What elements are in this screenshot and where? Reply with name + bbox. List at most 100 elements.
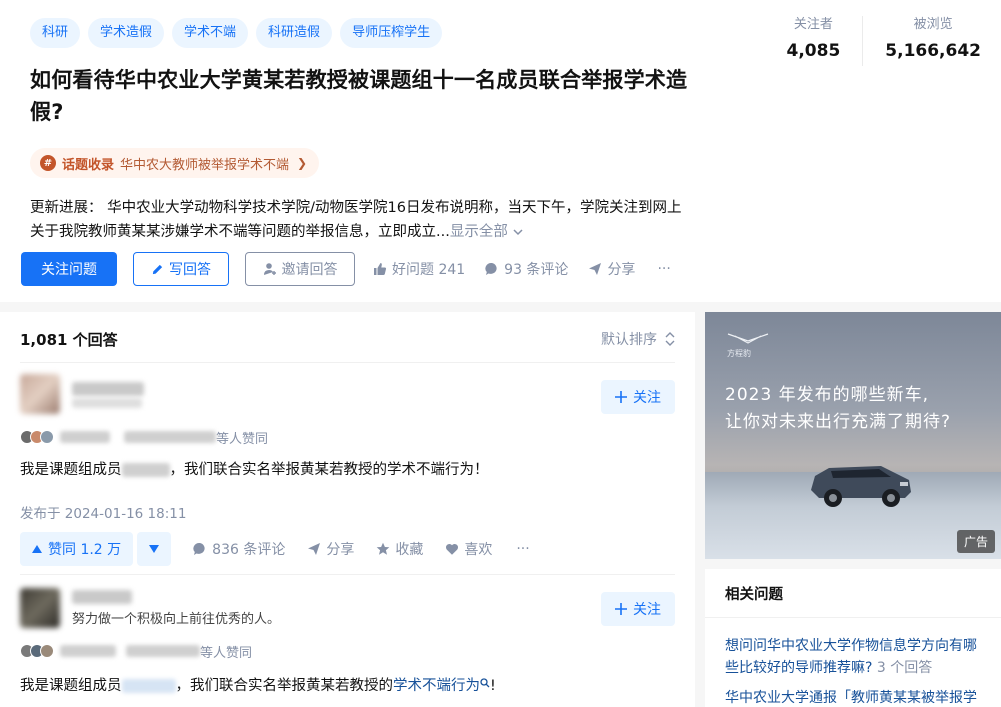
triangle-up-icon <box>32 545 42 553</box>
answer-content[interactable]: 我是课题组成员 ，我们联合实名举报黄某若教授的学术不端行为！ <box>20 458 489 482</box>
follow-label: 关注 <box>633 390 661 406</box>
voter-avatar <box>40 644 54 658</box>
ad-logo: 方程豹 <box>727 332 769 359</box>
invite-user-icon <box>263 263 276 275</box>
topic-tag[interactable]: 导师压榨学生 <box>340 18 443 48</box>
good-question-button[interactable]: 好问题 241 <box>373 259 465 279</box>
upvote-button[interactable]: 赞同 1.2 万 <box>20 532 134 566</box>
ad-line: 让你对未来出行充满了期待? <box>725 412 952 432</box>
share-label: 分享 <box>607 262 636 278</box>
voter-names-blurred <box>60 431 110 443</box>
upvote-label: 赞同 1.2 万 <box>48 542 122 558</box>
sort-icon <box>665 332 675 346</box>
topic-tag[interactable]: 学术不端 <box>172 18 249 48</box>
voter-names-blurred <box>60 645 116 657</box>
share-icon <box>589 263 602 275</box>
related-question-text: 些比较好的导师推荐嘛? <box>725 660 873 676</box>
divider <box>20 362 675 363</box>
views-stat: 被浏览 5,166,642 <box>862 16 981 66</box>
answer-date[interactable]: 发布于 2024-01-16 18:11 <box>20 502 186 522</box>
ad-label: 广告 <box>956 530 995 553</box>
author-name-blurred[interactable] <box>72 382 144 396</box>
answer-text: 我是课题组成员 <box>20 462 122 478</box>
author-bio: 努力做一个积极向上前往优秀的人。 <box>72 612 281 627</box>
follow-label: 关注 <box>633 602 661 618</box>
star-icon <box>377 542 390 555</box>
views-count: 5,166,642 <box>885 41 981 61</box>
collection-text: 华中农大教师被举报学术不端 <box>120 157 290 173</box>
answer-share-button[interactable]: 分享 <box>307 539 354 559</box>
keyword-link[interactable]: 学术不端行为 <box>393 678 480 694</box>
show-all-link[interactable]: 显示全部 <box>450 224 525 240</box>
answer-collect-button[interactable]: 收藏 <box>376 539 423 559</box>
answer-comments-label: 836 条评论 <box>212 542 286 558</box>
author-name-blurred[interactable] <box>72 590 132 604</box>
answer-text: ，我们联合实名举报黄某若教授的学术不端行为！ <box>169 462 489 478</box>
voters-row[interactable]: 等人赞同 <box>20 428 268 447</box>
invite-answer-label: 邀请回答 <box>281 262 338 278</box>
ad-banner[interactable]: 方程豹 2023 年发布的哪些新车, 让你对未来出行充满了期待? 广告 <box>705 312 1001 559</box>
avatar[interactable] <box>20 588 60 628</box>
show-all-label: 显示全部 <box>449 224 508 240</box>
answer-content[interactable]: 我是课题组成员 ，我们联合实名举报黄某若教授的学术不端行为! <box>20 674 496 698</box>
topic-tag[interactable]: 学术造假 <box>88 18 165 48</box>
hash-icon: # <box>40 155 56 171</box>
ad-line: 2023 年发布的哪些新车, <box>725 385 930 405</box>
related-question-item[interactable]: 想问问华中农业大学作物信息学方向有哪 些比较好的导师推荐嘛? 3 个回答 <box>725 635 985 679</box>
topic-tags: 科研 学术造假 学术不端 科研造假 导师压榨学生 <box>30 18 443 48</box>
invite-answer-button[interactable]: 邀请回答 <box>245 252 355 286</box>
comments-button[interactable]: 93 条评论 <box>485 259 568 279</box>
answer-like-label: 喜欢 <box>464 542 493 558</box>
triangle-down-icon <box>149 545 160 553</box>
answer-share-label: 分享 <box>326 542 355 558</box>
write-answer-button[interactable]: 写回答 <box>133 252 229 286</box>
question-excerpt: 更新进展： 华中农业大学动物科学技术学院/动物医学院16日发布说明称，当天下午，… <box>30 196 710 244</box>
ad-logo-text: 方程豹 <box>727 349 751 358</box>
pencil-icon <box>152 264 163 274</box>
answers-header: 1,081 个回答 默认排序 <box>20 326 675 352</box>
answer-more-button[interactable]: ··· <box>516 541 529 557</box>
downvote-button[interactable] <box>137 532 172 566</box>
excerpt-line: 关于我院教师黄某某涉嫌学术不端等问题的举报信息，立即成立...显示全部 <box>30 220 710 244</box>
voters-row[interactable]: 等人赞同 <box>20 642 252 661</box>
followers-label: 关注者 <box>793 17 833 32</box>
answer-actions: 赞同 1.2 万 836 条评论 分享 收藏 喜欢 ··· <box>20 532 530 566</box>
related-question-item[interactable]: 华中农业大学通报「教师黄某某被举报学 <box>725 687 985 707</box>
brand-logo-icon <box>727 333 769 344</box>
comment-icon <box>193 542 205 555</box>
avatar[interactable] <box>20 374 60 414</box>
excerpt-line: 更新进展： 华中农业大学动物科学技术学院/动物医学院16日发布说明称，当天下午，… <box>30 200 682 216</box>
related-question-line: 想问问华中农业大学作物信息学方向有哪 <box>725 638 977 654</box>
write-answer-label: 写回答 <box>169 262 211 278</box>
chevron-right-icon: ❯ <box>297 156 308 170</box>
plus-icon <box>615 391 627 403</box>
answer-like-button[interactable]: 喜欢 <box>445 539 492 559</box>
share-icon <box>308 543 321 555</box>
suv-car-image <box>811 466 911 507</box>
collection-tag: 话题收录 <box>62 157 115 173</box>
topic-tag[interactable]: 科研造假 <box>256 18 333 48</box>
excerpt-text: 关于我院教师黄某某涉嫌学术不端等问题的举报信息，立即成立... <box>30 224 450 240</box>
comment-icon <box>485 262 497 275</box>
related-question-line: 些比较好的导师推荐嘛? 3 个回答 <box>725 657 985 679</box>
related-questions: 相关问题 想问问华中农业大学作物信息学方向有哪 些比较好的导师推荐嘛? 3 个回… <box>705 569 1001 707</box>
heart-icon <box>446 543 459 555</box>
thumbs-up-icon <box>374 263 387 275</box>
follow-question-button[interactable]: 关注问题 <box>21 252 117 286</box>
answer-text: ，我们联合实名举报黄某若教授的 <box>175 678 394 694</box>
topic-collection-badge[interactable]: # 话题收录 华中农大教师被举报学术不端 ❯ <box>30 148 320 178</box>
answers-count: 1,081 个回答 <box>20 330 118 349</box>
follow-author-button[interactable]: 关注 <box>601 380 675 414</box>
follow-author-button[interactable]: 关注 <box>601 592 675 626</box>
more-options-button[interactable]: ··· <box>657 261 670 277</box>
sort-dropdown[interactable]: 默认排序 <box>601 329 675 349</box>
search-icon[interactable] <box>480 678 490 688</box>
answer-collect-label: 收藏 <box>395 542 424 558</box>
related-question-line: 华中农业大学通报「教师黄某某被举报学 <box>725 690 977 706</box>
ad-headline: 2023 年发布的哪些新车, 让你对未来出行充满了期待? <box>725 382 951 436</box>
answer-text: 我是课题组成员 <box>20 678 122 694</box>
answer-comments-button[interactable]: 836 条评论 <box>193 539 285 559</box>
topic-tag[interactable]: 科研 <box>30 18 81 48</box>
followers-stat[interactable]: 关注者 4,085 <box>765 16 863 66</box>
share-button[interactable]: 分享 <box>588 259 635 279</box>
